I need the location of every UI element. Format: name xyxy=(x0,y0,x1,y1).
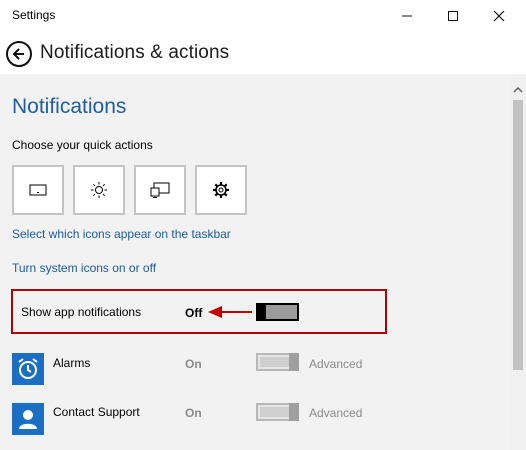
project-icon xyxy=(150,182,170,198)
contact-support-state: On xyxy=(185,406,202,420)
quick-action-settings[interactable] xyxy=(195,165,247,215)
maximize-icon xyxy=(448,11,458,21)
page-header: Notifications & actions xyxy=(0,32,526,74)
quick-actions-label: Choose your quick actions xyxy=(12,138,153,152)
back-button[interactable] xyxy=(6,41,32,67)
quick-action-brightness[interactable] xyxy=(73,165,125,215)
scroll-up-button[interactable] xyxy=(510,84,526,96)
toggle-thumb xyxy=(289,353,299,371)
brightness-icon xyxy=(91,182,107,198)
contact-support-label: Contact Support xyxy=(53,405,140,419)
quick-action-project[interactable] xyxy=(134,165,186,215)
contact-support-advanced-link[interactable]: Advanced xyxy=(309,406,362,420)
person-icon xyxy=(19,410,37,429)
alarms-label: Alarms xyxy=(53,356,91,370)
title-bar: Settings xyxy=(0,0,526,32)
section-title: Notifications xyxy=(12,95,127,118)
system-icons-link[interactable]: Turn system icons on or off xyxy=(12,261,156,275)
scroll-thumb[interactable] xyxy=(513,100,523,370)
minimize-button[interactable] xyxy=(384,0,430,32)
contact-support-app-icon xyxy=(12,403,44,435)
taskbar-icons-link[interactable]: Select which icons appear on the taskbar xyxy=(12,227,231,241)
quick-action-tablet-mode[interactable] xyxy=(12,165,64,215)
alarms-toggle[interactable] xyxy=(256,353,299,371)
show-app-notifications-toggle[interactable] xyxy=(256,303,299,321)
close-button[interactable] xyxy=(476,0,522,32)
settings-content: Notifications Choose your quick actions … xyxy=(0,74,510,450)
show-app-notifications-label: Show app notifications xyxy=(21,305,142,319)
chevron-up-icon xyxy=(513,87,523,93)
minimize-icon xyxy=(402,15,412,17)
vertical-scrollbar[interactable] xyxy=(510,74,526,450)
maximize-button[interactable] xyxy=(430,0,476,32)
show-app-notifications-state: Off xyxy=(185,306,203,320)
alarms-advanced-link[interactable]: Advanced xyxy=(309,357,362,371)
settings-gear-icon xyxy=(213,182,229,198)
alarms-app-icon xyxy=(12,353,44,385)
window-title: Settings xyxy=(12,8,56,22)
back-arrow-icon xyxy=(12,48,24,60)
annotation-arrow-icon xyxy=(208,306,252,318)
contact-support-toggle[interactable] xyxy=(256,403,299,421)
toggle-thumb xyxy=(256,303,266,321)
alarms-state: On xyxy=(185,357,202,371)
page-title: Notifications & actions xyxy=(40,42,230,63)
alarm-clock-icon xyxy=(18,358,38,379)
close-icon xyxy=(493,10,505,22)
toggle-thumb xyxy=(289,403,299,421)
tablet-mode-icon xyxy=(29,184,47,196)
